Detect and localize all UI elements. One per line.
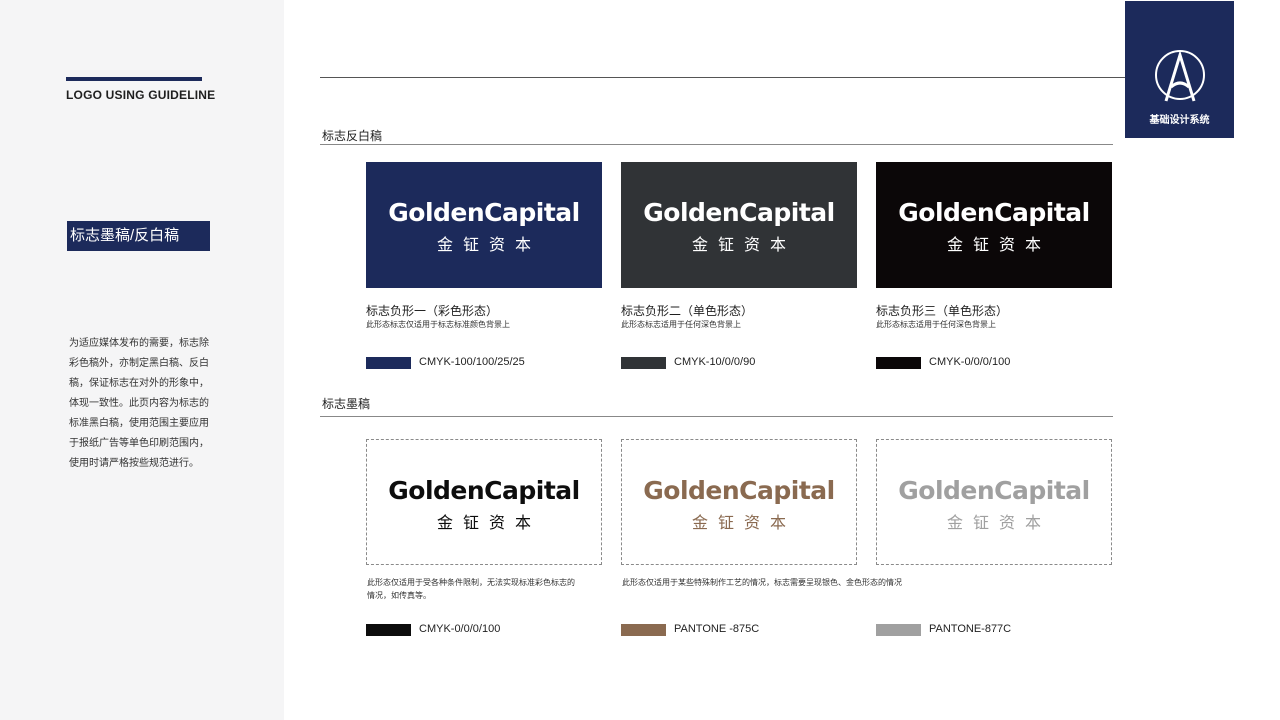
color-swatch: [876, 357, 921, 369]
reverse-caption-sub: 此形态标志适用于任何深色背景上: [621, 320, 741, 329]
reverse-logo-box: GoldenCapital 金钲资本: [366, 162, 602, 288]
color-swatch: [366, 357, 411, 369]
sidebar: LOGO USING GUIDELINE 标志墨稿/反白稿 为适应媒体发布的需要…: [0, 0, 284, 720]
color-swatch: [366, 624, 411, 636]
badge-label: 基础设计系统: [1149, 115, 1210, 126]
guideline-title: LOGO USING GUIDELINE: [66, 88, 216, 102]
color-swatch: [621, 624, 666, 636]
ink-logo-box: GoldenCapital 金钲资本: [621, 439, 857, 565]
color-swatch: [876, 624, 921, 636]
reverse-logo-wordmark: GoldenCapital: [898, 198, 1090, 227]
ink-logo-chinese: 金钲资本: [946, 515, 1051, 532]
ink-note-left: 此形态仅适用于受各种条件限制，无法实现标准彩色标志的情况，如传真等。: [367, 578, 575, 600]
ink-logo-chinese: 金钲资本: [691, 515, 796, 532]
ink-logo-chinese: 金钲资本: [436, 515, 541, 532]
section-tag: 标志墨稿/反白稿: [67, 221, 210, 251]
reverse-caption-title: 标志负形三（单色形态）: [876, 304, 1009, 318]
reverse-logo-wordmark: GoldenCapital: [643, 198, 835, 227]
swatch-label: CMYK-0/0/0/100: [929, 356, 1011, 368]
ink-logo-wordmark: GoldenCapital: [643, 476, 835, 505]
reverse-logo-chinese: 金钲资本: [436, 237, 541, 254]
swatch-label: CMYK-100/100/25/25: [419, 356, 525, 368]
top-divider: [320, 77, 1125, 78]
sidebar-description: 为适应媒体发布的需要，标志除彩色稿外，亦制定黑白稿、反白稿，保证标志在对外的形象…: [69, 338, 209, 469]
reverse-section-rule: [320, 144, 1113, 145]
swatch-label: PANTONE-877C: [929, 623, 1012, 635]
ink-logo-box: GoldenCapital 金钲资本: [876, 439, 1112, 565]
swatch-label: PANTONE -875C: [674, 623, 760, 635]
ink-note-middle: 此形态仅适用于某些特殊制作工艺的情况，标志需要呈现银色、金色形态的情况: [622, 578, 902, 587]
letter-a-circle-icon: [1155, 49, 1205, 102]
color-swatch: [621, 357, 666, 369]
reverse-caption-sub: 此形态标志仅适用于标志标准颜色背景上: [366, 320, 510, 329]
reverse-logo-chinese: 金钲资本: [691, 237, 796, 254]
reverse-logo-box: GoldenCapital 金钲资本: [876, 162, 1112, 288]
ink-section-heading: 标志墨稿: [322, 397, 371, 411]
reverse-logo-wordmark: GoldenCapital: [388, 198, 580, 227]
brand-badge: 基础设计系统: [1125, 1, 1234, 138]
reverse-logo-box: GoldenCapital 金钲资本: [621, 162, 857, 288]
ink-logo-wordmark: GoldenCapital: [898, 476, 1090, 505]
reverse-caption-title: 标志负形一（彩色形态）: [366, 304, 499, 318]
swatch-label: CMYK-0/0/0/100: [419, 623, 501, 635]
reverse-caption-sub: 此形态标志适用于任何深色背景上: [876, 320, 996, 329]
ink-logo-box: GoldenCapital 金钲资本: [366, 439, 602, 565]
ink-section-rule: [320, 416, 1113, 417]
sidebar-accent-line: [66, 77, 202, 81]
reverse-logo-chinese: 金钲资本: [946, 237, 1051, 254]
ink-logo-wordmark: GoldenCapital: [388, 476, 580, 505]
reverse-section-heading: 标志反白稿: [322, 129, 383, 143]
swatch-label: CMYK-10/0/0/90: [674, 356, 756, 368]
reverse-caption-title: 标志负形二（单色形态）: [621, 304, 754, 318]
